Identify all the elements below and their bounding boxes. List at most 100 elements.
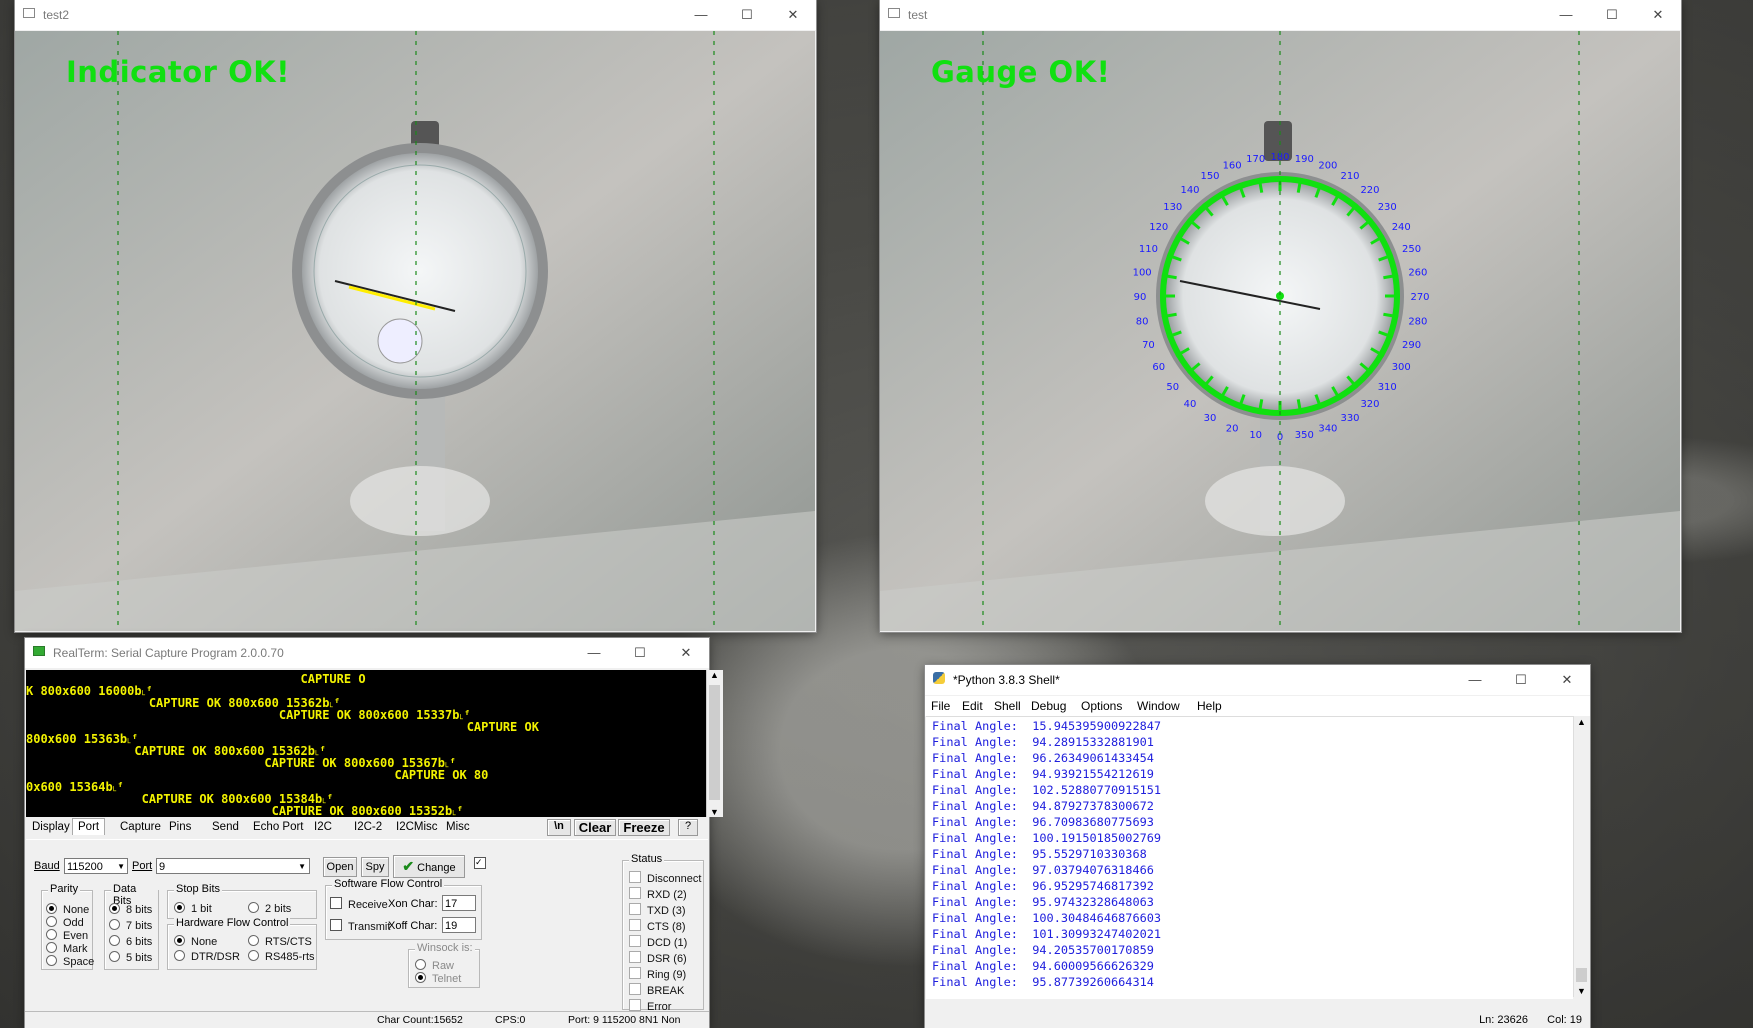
menu-help[interactable]: Help [1197,699,1222,713]
minimize-button[interactable]: — [1543,0,1589,30]
winsock-title: Winsock is: [415,942,475,954]
shell-output-line: Final Angle: 96.70983680775693 [932,815,1154,829]
clear-button[interactable]: Clear [574,819,616,836]
parity-none-radio[interactable]: None [46,903,89,916]
maximize-button[interactable]: ☐ [617,638,663,668]
shell-output-line: Final Angle: 101.30993247402021 [932,927,1162,941]
parity-mark-radio[interactable]: Mark [46,942,87,955]
maximize-button[interactable]: ☐ [1498,665,1544,695]
open-button[interactable]: Open [323,857,357,877]
scroll-thumb[interactable] [709,685,720,800]
data-bits-7-radio[interactable]: 7 bits [109,919,152,932]
parity-odd-radio[interactable]: Odd [46,916,84,929]
maximize-button[interactable]: ☐ [1589,0,1635,30]
receive-checkbox[interactable]: Receive [330,897,388,911]
scroll-up-arrow[interactable]: ▲ [710,670,719,680]
close-button[interactable]: ✕ [1544,665,1590,695]
winsock-telnet-radio[interactable]: Telnet [415,972,461,985]
hw-flow-rtscts-radio[interactable]: RTS/CTS [248,935,312,948]
menu-window[interactable]: Window [1137,699,1180,713]
gauge-scale-label: 120 [1149,222,1168,233]
menu-shell[interactable]: Shell [994,699,1021,713]
scroll-down-arrow[interactable]: ▼ [1577,986,1586,996]
tab-i2cmisc[interactable]: I2CMisc [396,821,438,833]
close-button[interactable]: ✕ [1635,0,1681,30]
shell-output-line: Final Angle: 100.30484646876603 [932,911,1162,925]
gauge-scale-label: 160 [1223,160,1242,171]
window-title: test [908,8,928,22]
shell-output-line: Final Angle: 94.28915332881901 [932,735,1154,749]
parity-even-radio[interactable]: Even [46,929,88,942]
line-number: Ln: 23626 [1479,1014,1528,1026]
data-bits-8-radio[interactable]: 8 bits [109,903,152,916]
help-button[interactable]: ? [678,819,698,836]
gauge-scale-label: 220 [1360,185,1379,196]
terminal-output[interactable]: CAPTURE O K 800x600 16000b˪ᶠ CAPTURE OK … [26,670,706,817]
window-icon [888,8,900,18]
parity-space-radio[interactable]: Space [46,955,94,968]
xon-char-field[interactable]: 17 [442,895,476,911]
scroll-down-arrow[interactable]: ▼ [710,807,719,817]
stop-bits-2-radio[interactable]: 2 bits [248,902,291,915]
status-txd: TXD (3) [629,903,686,917]
gauge-scale-label: 240 [1392,222,1411,233]
maximize-button[interactable]: ☐ [724,0,770,30]
port-panel: Baud 115200 ▼ Port 9 ▼ Open Spy ✔ Change… [26,839,708,1013]
tab-echo-port[interactable]: Echo Port [253,821,304,833]
hw-flow-none-radio[interactable]: None [174,935,217,948]
tab-capture[interactable]: Capture [120,821,161,833]
tab-pins[interactable]: Pins [169,821,191,833]
shell-output-line: Final Angle: 95.5529710330368 [932,847,1147,861]
close-button[interactable]: ✕ [770,0,816,30]
gauge-scale-label: 340 [1318,424,1337,435]
tab-misc[interactable]: Misc [446,821,470,833]
menu-options[interactable]: Options [1081,699,1122,713]
status-disconnect[interactable]: Disconnect [629,871,701,885]
port-status: Port: 9 115200 8N1 Non [568,1014,681,1026]
port-select[interactable]: 9 ▼ [156,858,310,874]
close-button[interactable]: ✕ [663,638,709,668]
spy-button[interactable]: Spy [361,857,389,877]
cps-value: CPS:0 [495,1014,526,1026]
window-title: test2 [43,8,70,22]
data-bits-5-radio[interactable]: 5 bits [109,951,152,964]
title-bar: *Python 3.8.3 Shell* — ☐ ✕ [925,665,1590,695]
scroll-thumb[interactable] [1576,968,1587,982]
menu-edit[interactable]: Edit [962,699,983,713]
menu-file[interactable]: File [931,699,950,713]
terminal-scrollbar[interactable]: ▲ ▼ [706,670,723,817]
tab-send[interactable]: Send [212,821,239,833]
change-checkbox[interactable]: ✓ [474,857,486,869]
tab-display[interactable]: Display [32,821,70,833]
baud-select[interactable]: 115200 ▼ [64,858,128,874]
tab-strip: Display Port Capture Pins Send Echo Port… [26,818,706,838]
parity-group: Parity None Odd Even Mark Space [41,883,94,970]
data-bits-6-radio[interactable]: 6 bits [109,935,152,948]
status-dsr: DSR (6) [629,951,687,965]
xoff-char-field[interactable]: 19 [442,917,476,933]
menu-debug[interactable]: Debug [1031,699,1066,713]
minimize-button[interactable]: — [678,0,724,30]
gauge-scale-label: 190 [1295,154,1314,165]
gauge-scale-label: 200 [1318,160,1337,171]
transmit-checkbox[interactable]: Transmit [330,919,390,933]
minimize-button[interactable]: — [571,638,617,668]
tab-port[interactable]: Port [72,818,106,835]
tab-i2c-2[interactable]: I2C-2 [354,821,382,833]
newline-button[interactable]: \n [547,819,571,836]
column-number: Col: 19 [1547,1014,1582,1026]
shell-output-line: Final Angle: 97.03794076318466 [932,863,1154,877]
hw-flow-rs485-radio[interactable]: RS485-rts [248,950,315,963]
change-button[interactable]: ✔ Change [393,855,465,878]
minimize-button[interactable]: — [1452,665,1498,695]
shell-output[interactable]: Final Angle: 15.945395900922847 Final Ang… [926,716,1573,999]
scroll-up-arrow[interactable]: ▲ [1577,717,1586,727]
winsock-raw-radio[interactable]: Raw [415,959,454,972]
shell-scrollbar[interactable]: ▲ ▼ [1573,716,1590,997]
freeze-button[interactable]: Freeze [618,819,670,836]
tab-i2c[interactable]: I2C [314,821,332,833]
gauge-scale-label: 130 [1163,202,1182,213]
hw-flow-dtrdsr-radio[interactable]: DTR/DSR [174,950,240,963]
shell-output-line: Final Angle: 95.87739260664314 [932,975,1154,989]
stop-bits-1-radio[interactable]: 1 bit [174,902,212,915]
